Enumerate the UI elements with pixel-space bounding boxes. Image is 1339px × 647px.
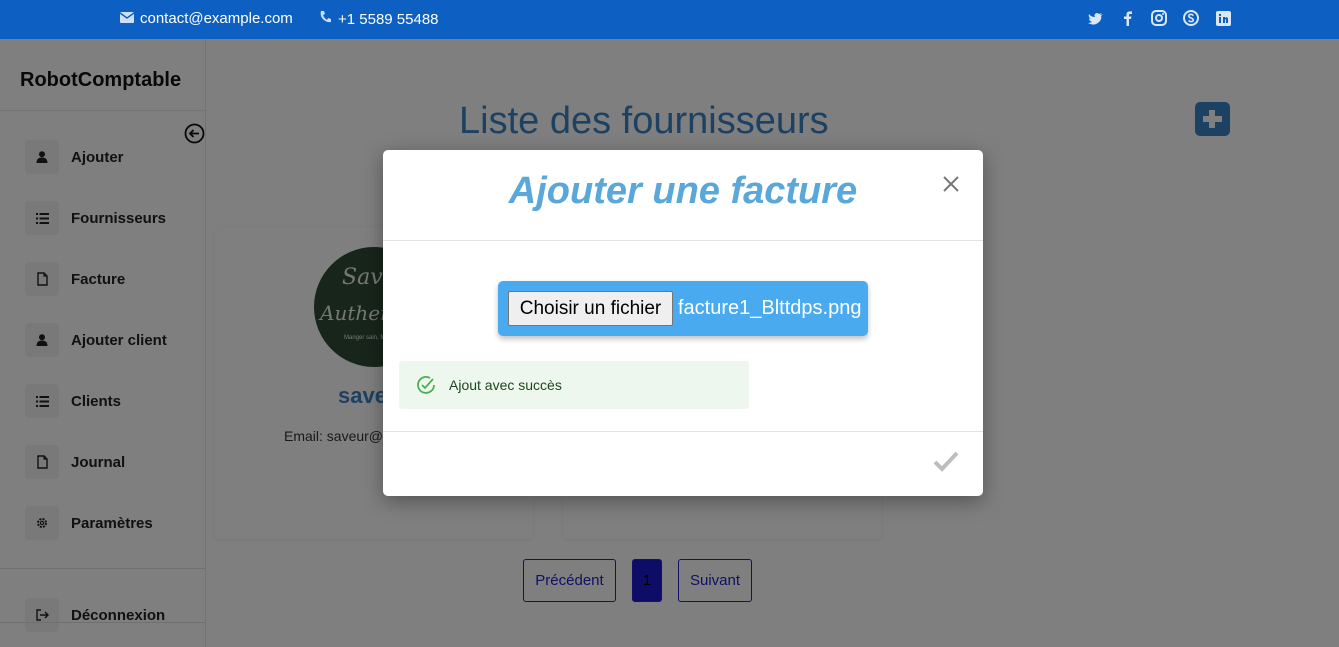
modal-footer-divider	[383, 431, 983, 432]
add-invoice-modal: Ajouter une facture Choisir un fichier f…	[383, 150, 983, 496]
contact-phone[interactable]: +1 5589 55488	[319, 10, 439, 28]
file-input[interactable]: Choisir un fichier facture1_Blttdps.png	[498, 281, 868, 336]
close-icon[interactable]	[941, 174, 961, 194]
phone-icon	[319, 10, 332, 28]
skype-icon[interactable]	[1183, 10, 1199, 26]
top-bar: contact@example.com +1 5589 55488	[0, 0, 1339, 39]
social-links	[1087, 10, 1231, 26]
contact-email[interactable]: contact@example.com	[119, 10, 293, 27]
check-circle-icon	[416, 375, 436, 395]
confirm-check-icon[interactable]	[933, 450, 959, 472]
modal-header-divider	[383, 240, 983, 241]
instagram-icon[interactable]	[1151, 10, 1167, 26]
modal-title: Ajouter une facture	[508, 170, 858, 212]
twitter-icon[interactable]	[1087, 10, 1103, 26]
facebook-icon[interactable]	[1119, 10, 1135, 26]
success-message: Ajout avec succès	[449, 377, 562, 393]
envelope-icon	[119, 10, 135, 27]
choose-file-button[interactable]: Choisir un fichier	[508, 291, 673, 326]
phone-text: +1 5589 55488	[338, 10, 439, 28]
linkedin-icon[interactable]	[1215, 10, 1231, 26]
success-alert: Ajout avec succès	[399, 361, 749, 409]
email-text: contact@example.com	[140, 10, 293, 27]
selected-file-name: facture1_Blttdps.png	[678, 297, 862, 319]
